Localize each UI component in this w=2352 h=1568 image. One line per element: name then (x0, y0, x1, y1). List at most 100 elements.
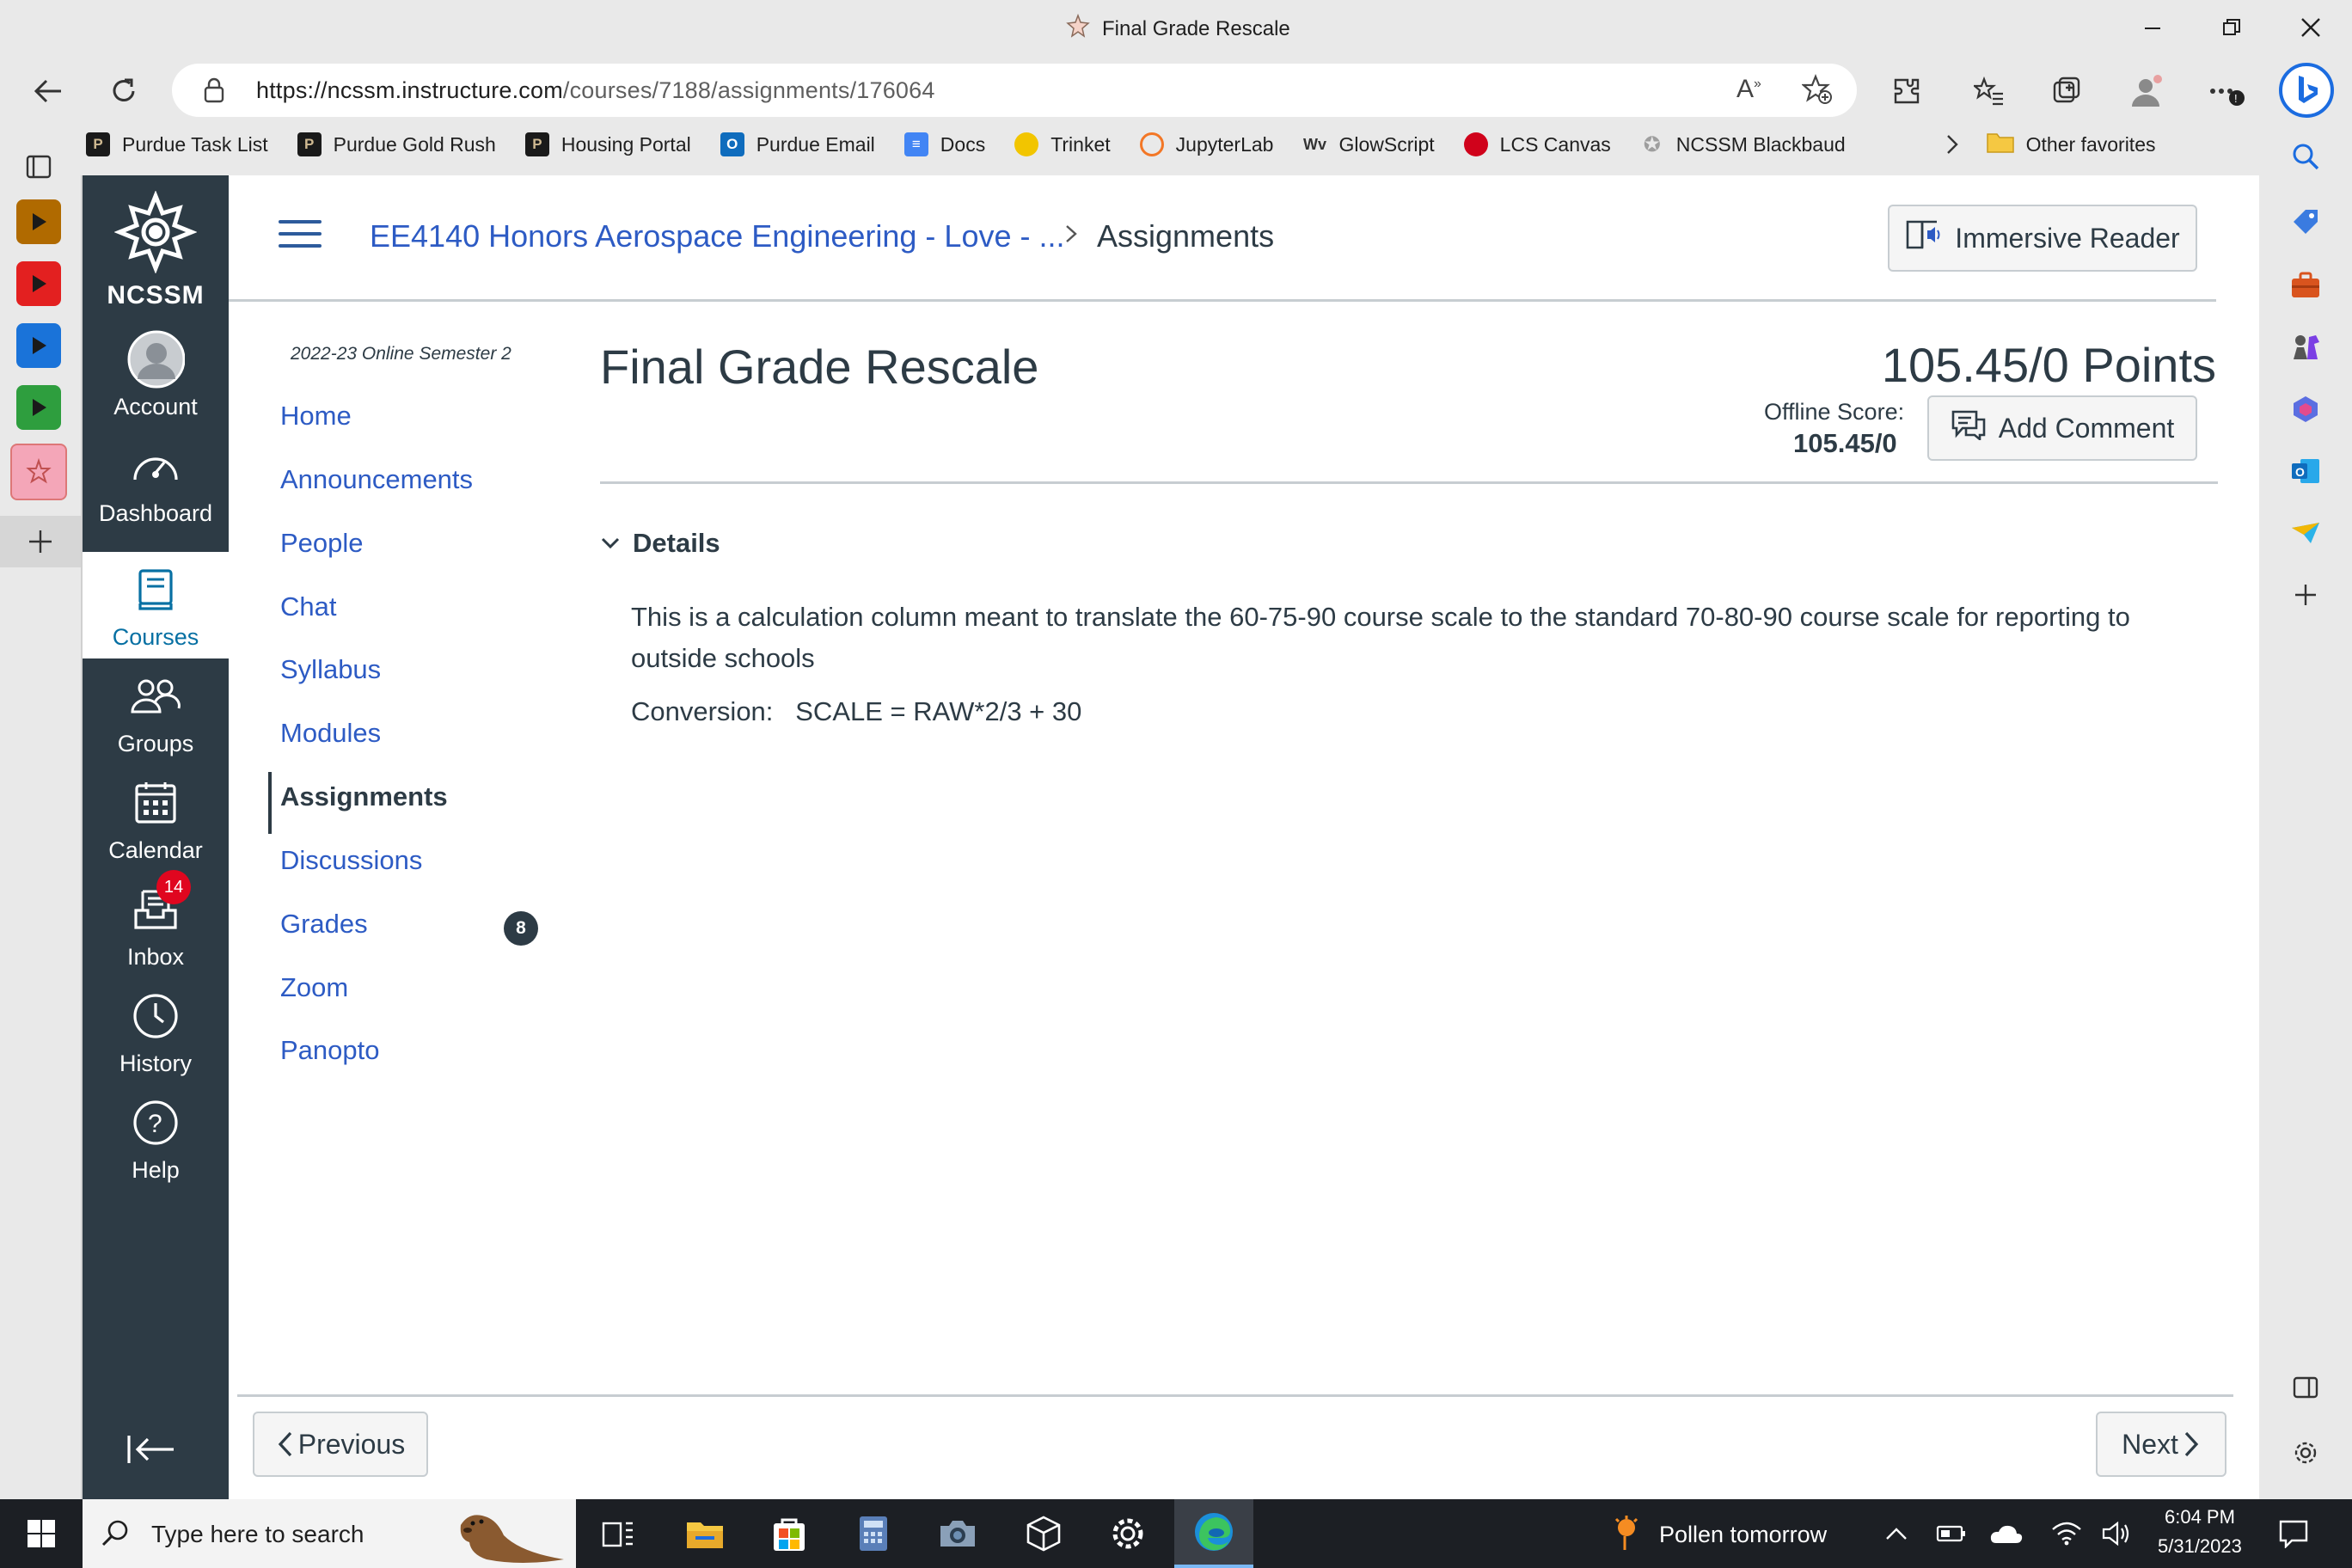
back-button[interactable] (22, 69, 74, 113)
global-nav-label: Account (113, 393, 198, 420)
course-nav-modules[interactable]: Modules (280, 718, 381, 749)
vertical-tab-2[interactable] (16, 261, 61, 306)
calculator-icon[interactable] (848, 1508, 899, 1559)
microsoft-store-icon[interactable] (763, 1508, 815, 1559)
battery-icon[interactable] (1926, 1508, 1977, 1559)
course-nav-panopto[interactable]: Panopto (280, 1035, 380, 1066)
favorites-icon[interactable] (1965, 67, 2013, 115)
global-nav-history[interactable]: History (83, 978, 229, 1085)
favorites-overflow-button[interactable] (1944, 132, 1961, 156)
global-nav-calendar[interactable]: Calendar (83, 765, 229, 872)
course-nav-assignments[interactable]: Assignments (280, 781, 448, 812)
grades-count-badge: 8 (504, 911, 538, 946)
favorite-purdue-email[interactable]: O Purdue Email (720, 132, 875, 156)
course-nav-home[interactable]: Home (280, 401, 352, 432)
breadcrumb-course-link[interactable]: EE4140 Honors Aerospace Engineering - Lo… (370, 218, 1065, 254)
favorite-ncssm-blackbaud[interactable]: ✪ NCSSM Blackbaud (1640, 132, 1846, 156)
weather-text[interactable]: Pollen tomorrow (1659, 1522, 1827, 1548)
close-window-button[interactable] (2276, 9, 2345, 46)
vertical-tab-1[interactable] (16, 199, 61, 244)
extensions-icon[interactable] (1883, 67, 1931, 115)
global-nav-label: Groups (117, 730, 194, 756)
course-nav-zoom[interactable]: Zoom (280, 972, 348, 1003)
add-favorite-icon[interactable] (1801, 74, 1833, 109)
notifications-icon[interactable] (2268, 1508, 2319, 1559)
add-comment-button[interactable]: Add Comment (1927, 395, 2197, 461)
read-aloud-icon[interactable]: A» (1736, 75, 1761, 104)
bing-chat-icon[interactable] (2276, 60, 2337, 120)
global-nav-groups[interactable]: Groups (83, 658, 229, 765)
previous-button[interactable]: Previous (253, 1412, 428, 1477)
details-toggle[interactable]: Details (600, 528, 720, 559)
send-plane-icon[interactable] (2283, 511, 2328, 555)
favorite-housing-portal[interactable]: P Housing Portal (524, 132, 691, 156)
global-nav-courses[interactable]: Courses (83, 552, 229, 658)
camera-icon[interactable] (932, 1508, 983, 1559)
outlook-icon: O (720, 132, 744, 156)
course-nav-syllabus[interactable]: Syllabus (280, 654, 381, 685)
clock-date[interactable]: 5/31/2023 (2158, 1535, 2242, 1558)
favorite-jupyterlab[interactable]: JupyterLab (1139, 132, 1273, 156)
sidebar-settings-gear-icon[interactable] (2283, 1430, 2328, 1475)
show-hidden-icons-chevron-up-icon[interactable] (1871, 1508, 1922, 1559)
global-nav-help[interactable]: ? Help (83, 1085, 229, 1191)
hide-sidebar-icon[interactable] (2283, 1365, 2328, 1410)
global-nav-inbox[interactable]: Inbox (83, 872, 229, 978)
clock-time[interactable]: 6:04 PM (2165, 1506, 2235, 1528)
course-menu-toggle[interactable] (279, 220, 322, 251)
volume-icon[interactable] (2091, 1508, 2142, 1559)
url-text[interactable]: https://ncssm.instructure.com/courses/71… (256, 77, 935, 104)
taskbar-search-box[interactable]: Type here to search (83, 1499, 576, 1568)
collections-icon[interactable] (2043, 67, 2091, 115)
edge-browser-icon (1195, 1513, 1233, 1551)
wifi-icon[interactable] (2041, 1508, 2092, 1559)
microsoft-365-icon[interactable] (2283, 387, 2328, 432)
shopping-tag-icon[interactable] (2283, 199, 2328, 244)
windows-start-icon[interactable] (15, 1508, 67, 1559)
more-options-icon[interactable]: ! (2202, 67, 2251, 115)
collapse-nav-button[interactable] (126, 1432, 177, 1471)
vertical-tab-4[interactable] (16, 385, 61, 430)
vertical-tab-3[interactable] (16, 323, 61, 368)
immersive-reader-button[interactable]: Immersive Reader (1888, 205, 2197, 272)
new-tab-button[interactable] (0, 516, 81, 567)
course-nav-chat[interactable]: Chat (280, 591, 336, 622)
course-nav-discussions[interactable]: Discussions (280, 845, 422, 876)
chevron-right-icon (1946, 135, 1958, 154)
course-nav-grades[interactable]: Grades (280, 909, 368, 940)
breadcrumb-current[interactable]: Assignments (1097, 218, 1274, 254)
global-nav-account[interactable]: Account (83, 322, 229, 428)
task-view-icon[interactable] (593, 1508, 645, 1559)
favorite-lcs-canvas[interactable]: LCS Canvas (1463, 132, 1611, 156)
vertical-tab-active[interactable] (10, 444, 67, 500)
file-explorer-icon[interactable] (679, 1508, 731, 1559)
minimize-button[interactable] (2118, 9, 2187, 46)
edge-taskbar-button[interactable] (1174, 1499, 1253, 1568)
address-bar[interactable]: https://ncssm.instructure.com/courses/71… (172, 64, 1857, 117)
ncssm-logo[interactable]: NCSSM (83, 190, 229, 310)
course-nav-announcements[interactable]: Announcements (280, 464, 473, 495)
favorite-purdue-task-list[interactable]: P Purdue Task List (86, 132, 268, 156)
favorite-docs[interactable]: ≡ Docs (903, 132, 985, 156)
onedrive-cloud-icon[interactable] (1981, 1508, 2032, 1559)
dashboard-icon (126, 437, 185, 495)
tools-briefcase-icon[interactable] (2283, 263, 2328, 308)
search-icon[interactable] (2283, 134, 2328, 179)
favorite-purdue-gold-rush[interactable]: P Purdue Gold Rush (297, 132, 496, 156)
outlook-icon[interactable]: O (2283, 449, 2328, 493)
next-button[interactable]: Next (2096, 1412, 2226, 1477)
course-nav-people[interactable]: People (280, 528, 364, 559)
restore-button[interactable] (2197, 9, 2266, 46)
profile-avatar-icon[interactable] (2122, 67, 2170, 115)
favorite-trinket[interactable]: Trinket (1014, 132, 1111, 156)
refresh-button[interactable] (98, 69, 150, 113)
global-nav-dashboard[interactable]: Dashboard (83, 428, 229, 535)
3d-viewer-cube-icon[interactable] (1018, 1508, 1069, 1559)
add-sidebar-app-icon[interactable] (2283, 573, 2328, 617)
games-chess-icon[interactable] (2283, 325, 2328, 370)
settings-gear-icon[interactable] (1102, 1508, 1154, 1559)
lock-icon[interactable] (203, 77, 225, 107)
favorite-glowscript[interactable]: Wv GlowScript (1302, 132, 1435, 156)
other-favorites-folder[interactable]: Other favorites (1986, 131, 2156, 158)
tab-actions-icon[interactable] (16, 144, 61, 189)
